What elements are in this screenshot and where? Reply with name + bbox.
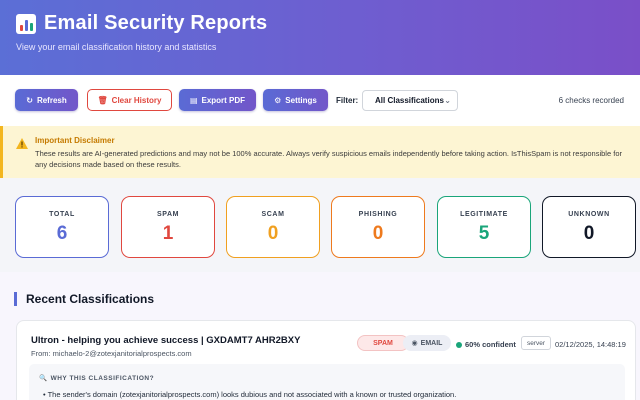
stat-value: 1 [162, 223, 174, 244]
document-icon: ▤ [189, 95, 198, 105]
disclaimer-banner: Important Disclaimer These results are A… [0, 126, 640, 178]
settings-button[interactable]: ⚙ Settings [263, 89, 328, 111]
stat-label: UNKNOWN [568, 211, 610, 218]
checks-count: 6 checks recorded [558, 96, 624, 105]
header-title-group: Email Security Reports [16, 12, 267, 35]
classification-item[interactable]: Ultron - helping you achieve success | G… [16, 320, 636, 400]
refresh-icon: ↻ [26, 95, 33, 105]
stat-value: 0 [583, 223, 595, 244]
page-header: Email Security Reports View your email c… [0, 0, 640, 75]
stat-value: 5 [478, 223, 490, 244]
stat-card-phishing: PHISHING 0 [331, 196, 425, 258]
search-icon: 🔍 [39, 375, 48, 382]
stat-value: 0 [372, 223, 384, 244]
export-pdf-button[interactable]: ▤ Export PDF [179, 89, 256, 111]
chevron-down-icon: ⌄ [444, 96, 451, 105]
email-subject: Ultron - helping you achieve success | G… [31, 335, 301, 346]
stat-label: PHISHING [358, 211, 398, 218]
type-badge: ◉ EMAIL [403, 335, 451, 351]
source-tag: server [521, 336, 552, 350]
page-subtitle: View your email classification history a… [16, 42, 217, 52]
confidence-indicator: 60% confident [456, 340, 516, 349]
classification-badge: SPAM [357, 335, 409, 351]
disclaimer-title: Important Disclaimer [35, 136, 115, 145]
stat-card-unknown: UNKNOWN 0 [542, 196, 636, 258]
confidence-dot-icon [456, 341, 462, 348]
recent-classifications-section: Recent Classifications Ultron - helping … [0, 272, 640, 400]
gear-icon: ⚙ [274, 95, 282, 105]
page-title: Email Security Reports [44, 12, 268, 34]
stat-label: LEGITIMATE [460, 211, 508, 218]
email-sender: From: michaelo-2@zotexjanitorialprospect… [31, 349, 192, 358]
stat-label: TOTAL [49, 211, 75, 218]
section-title: Recent Classifications [14, 292, 154, 306]
clear-history-button[interactable]: 🗑 Clear History [87, 89, 172, 111]
classification-reason-box: 🔍 WHY THIS CLASSIFICATION? • The sender'… [29, 364, 625, 400]
stat-card-total: TOTAL 6 [15, 196, 109, 258]
reason-text: • The sender's domain (zotexjanitorialpr… [43, 390, 457, 399]
stat-label: SCAM [261, 211, 285, 218]
toolbar: ↻ Refresh 🗑 Clear History ▤ Export PDF ⚙… [0, 75, 640, 126]
stat-label: SPAM [156, 211, 180, 218]
classification-filter-select[interactable]: All Classifications ⌄ [362, 90, 458, 111]
reason-heading: 🔍 WHY THIS CLASSIFICATION? [39, 374, 155, 383]
refresh-button[interactable]: ↻ Refresh [15, 89, 78, 111]
eye-icon: ◉ [411, 340, 418, 347]
stat-card-legitimate: LEGITIMATE 5 [437, 196, 531, 258]
stat-value: 0 [267, 223, 279, 244]
stats-section: TOTAL 6 SPAM 1 SCAM 0 PHISHING 0 LEGITIM… [0, 178, 640, 272]
warning-icon [16, 138, 28, 149]
stat-card-scam: SCAM 0 [226, 196, 320, 258]
stat-value: 6 [56, 223, 68, 244]
trash-icon: 🗑 [97, 95, 108, 105]
timestamp: 02/12/2025, 14:48:19 [555, 340, 626, 349]
disclaimer-text: These results are AI-generated predictio… [35, 149, 622, 169]
filter-label: Filter: [336, 96, 359, 105]
bar-chart-icon [16, 13, 36, 34]
stat-card-spam: SPAM 1 [121, 196, 215, 258]
